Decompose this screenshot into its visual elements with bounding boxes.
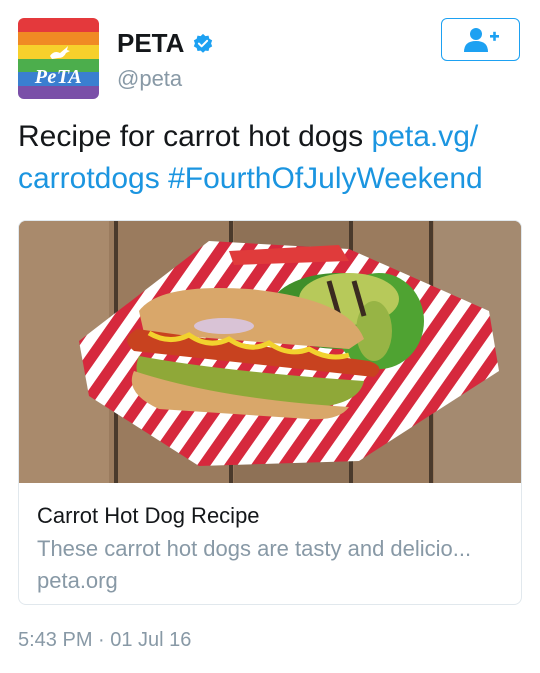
tweet-text: Recipe for carrot hot dogs peta.vg/carro…	[18, 116, 523, 200]
card-domain: peta.org	[37, 568, 118, 593]
bunny-logo-icon	[50, 46, 70, 59]
tweet-body: Recipe for carrot hot dogs	[18, 120, 372, 153]
card-title[interactable]: Carrot Hot Dog Recipe	[37, 503, 260, 529]
tweet-link-part1[interactable]: peta.vg/	[372, 120, 479, 153]
hashtag-link[interactable]: #FourthOfJulyWeekend	[168, 162, 483, 195]
avatar[interactable]: PeTA	[18, 18, 99, 99]
verified-badge-icon	[194, 33, 213, 53]
add-user-icon	[463, 27, 499, 52]
tweet-link-part2[interactable]: carrotdogs	[18, 162, 160, 195]
link-card[interactable]: Carrot Hot Dog Recipe These carrot hot d…	[18, 220, 522, 605]
display-name[interactable]: PETA	[117, 28, 184, 59]
card-image[interactable]	[19, 221, 521, 483]
handle[interactable]: @peta	[117, 66, 182, 92]
tweet-timestamp[interactable]: 5:43 PM · 01 Jul 16	[18, 629, 191, 652]
name-row: PETA	[117, 28, 214, 59]
card-description: These carrot hot dogs are tasty and deli…	[37, 536, 472, 561]
follow-button[interactable]	[441, 18, 520, 61]
avatar-logo-text: PeTA	[34, 66, 83, 88]
